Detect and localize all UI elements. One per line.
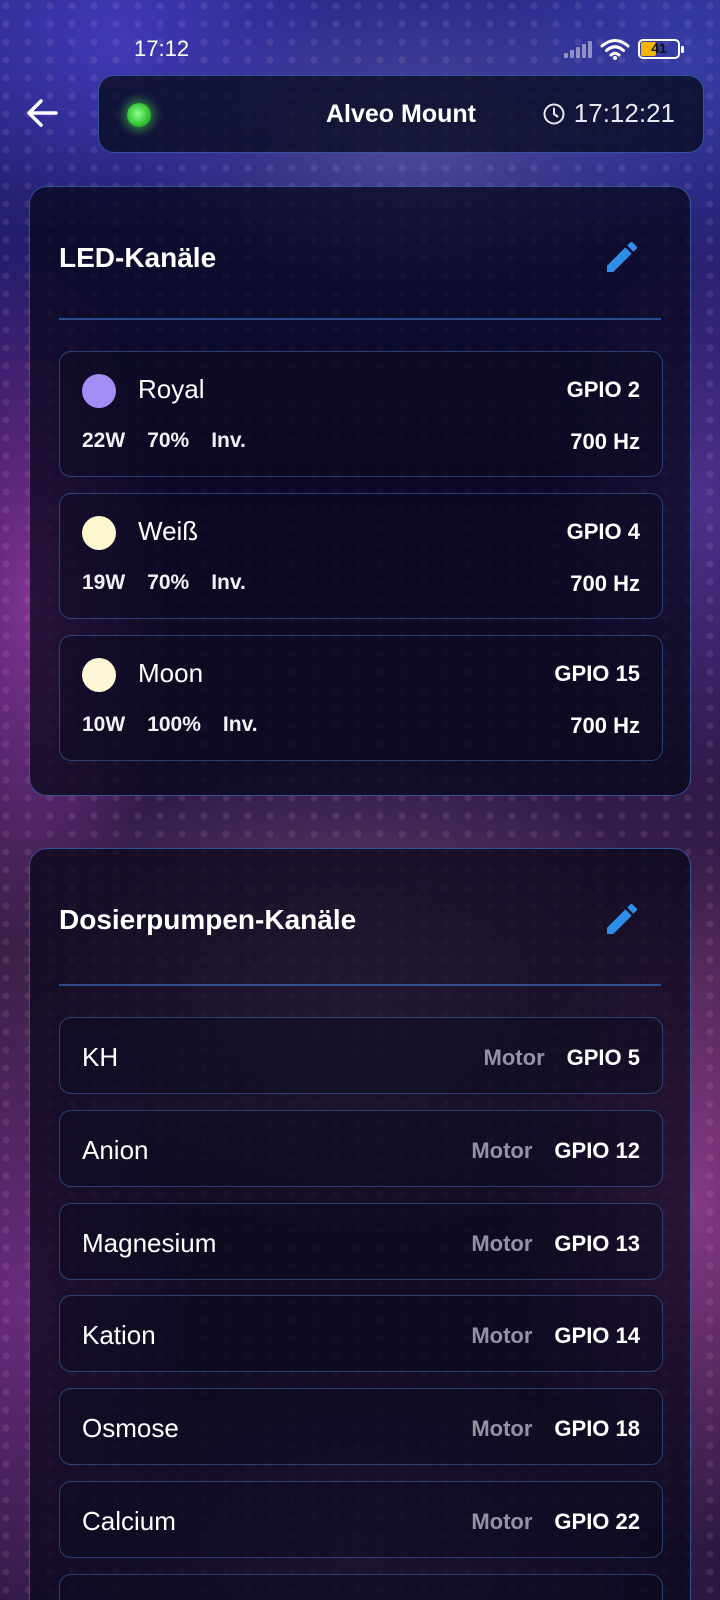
led-color-swatch xyxy=(82,658,116,692)
pencil-icon xyxy=(607,241,638,272)
battery-icon: 41 xyxy=(638,39,684,59)
edit-led-button[interactable] xyxy=(602,237,642,277)
pencil-icon xyxy=(607,903,638,934)
led-frequency: 700 Hz xyxy=(570,429,640,454)
led-channel-gpio: GPIO 4 xyxy=(566,519,640,544)
section-divider xyxy=(59,984,661,986)
pump-gpio: GPIO 22 xyxy=(554,1509,640,1534)
pump-channel-kation[interactable]: Kation Motor GPIO 14 xyxy=(59,1295,663,1372)
pump-type: Motor xyxy=(483,1045,545,1070)
led-color-swatch xyxy=(82,516,116,550)
led-channel-specs: 10W 100% Inv. xyxy=(82,713,258,737)
pump-channel-anion[interactable]: Anion Motor GPIO 12 xyxy=(59,1110,663,1187)
signal-icon xyxy=(564,40,592,58)
led-channel-moon[interactable]: Moon GPIO 15 10W 100% Inv. 700 Hz xyxy=(59,635,663,761)
pump-channel-osmose[interactable]: Osmose Motor GPIO 18 xyxy=(59,1388,663,1465)
led-percent: 100% xyxy=(147,713,201,736)
pump-gpio: GPIO 13 xyxy=(554,1231,640,1256)
pump-channel-kh[interactable]: KH Motor GPIO 5 xyxy=(59,1017,663,1094)
led-frequency: 700 Hz xyxy=(570,571,640,596)
pump-gpio: GPIO 18 xyxy=(554,1416,640,1441)
pump-gpio: GPIO 14 xyxy=(554,1323,640,1348)
pump-channel-calcium[interactable]: Calcium Motor GPIO 22 xyxy=(59,1481,663,1558)
led-power: 22W xyxy=(82,429,126,452)
clock-icon xyxy=(543,103,565,124)
led-channels-card: LED-Kanäle Royal GPIO 2 22W 70% Inv. 700… xyxy=(29,186,691,796)
pump-channel-partial[interactable] xyxy=(59,1574,663,1600)
wifi-icon xyxy=(600,39,630,60)
pump-type: Motor xyxy=(471,1138,533,1163)
led-channel-weiss[interactable]: Weiß GPIO 4 19W 70% Inv. 700 Hz xyxy=(59,493,663,619)
pump-gpio: GPIO 12 xyxy=(554,1138,640,1163)
led-power: 10W xyxy=(82,713,126,736)
led-power: 19W xyxy=(82,571,126,594)
status-icons: 41 xyxy=(564,38,684,60)
edit-pump-button[interactable] xyxy=(602,899,642,939)
device-header: Alveo Mount 17:12:21 xyxy=(98,75,704,153)
pump-channel-magnesium[interactable]: Magnesium Motor GPIO 13 xyxy=(59,1203,663,1280)
battery-level: 41 xyxy=(651,40,667,56)
led-percent: 70% xyxy=(147,571,190,594)
led-channel-specs: 22W 70% Inv. xyxy=(82,429,246,453)
led-inverted: Inv. xyxy=(211,429,246,452)
led-inverted: Inv. xyxy=(211,571,246,594)
pump-channel-name: Osmose xyxy=(82,1413,179,1443)
status-time: 17:12 xyxy=(134,36,190,61)
pump-section-title: Dosierpumpen-Kanäle xyxy=(59,904,357,935)
led-channel-name: Moon xyxy=(138,658,204,688)
pump-channel-name: Kation xyxy=(82,1320,156,1350)
led-channel-gpio: GPIO 2 xyxy=(566,377,640,402)
pump-type: Motor xyxy=(471,1509,533,1534)
clock-time: 17:12:21 xyxy=(573,98,675,128)
led-channel-gpio: GPIO 15 xyxy=(554,661,640,686)
led-inverted: Inv. xyxy=(222,713,258,736)
pump-channel-name: KH xyxy=(82,1042,119,1072)
led-color-swatch xyxy=(82,374,116,408)
led-section-title: LED-Kanäle xyxy=(59,242,217,273)
pump-type: Motor xyxy=(471,1416,533,1441)
led-percent: 70% xyxy=(147,429,190,452)
section-divider xyxy=(59,318,661,320)
back-arrow-icon xyxy=(27,99,58,127)
pump-type: Motor xyxy=(471,1323,533,1348)
led-channel-specs: 19W 70% Inv. xyxy=(82,571,246,595)
pump-channel-name: Calcium xyxy=(82,1506,176,1536)
led-channel-name: Weiß xyxy=(138,516,199,546)
pump-channel-name: Magnesium xyxy=(82,1228,217,1258)
pump-type: Motor xyxy=(471,1231,533,1256)
led-channel-royal[interactable]: Royal GPIO 2 22W 70% Inv. 700 Hz xyxy=(59,351,663,477)
pump-channel-name: Anion xyxy=(82,1135,149,1165)
back-button[interactable] xyxy=(24,94,62,132)
pump-gpio: GPIO 5 xyxy=(566,1045,640,1070)
pump-channels-card: Dosierpumpen-Kanäle KH Motor GPIO 5 Anio… xyxy=(29,848,691,1600)
clock: 17:12:21 xyxy=(542,98,675,129)
led-channel-name: Royal xyxy=(138,374,205,404)
led-frequency: 700 Hz xyxy=(570,713,640,738)
